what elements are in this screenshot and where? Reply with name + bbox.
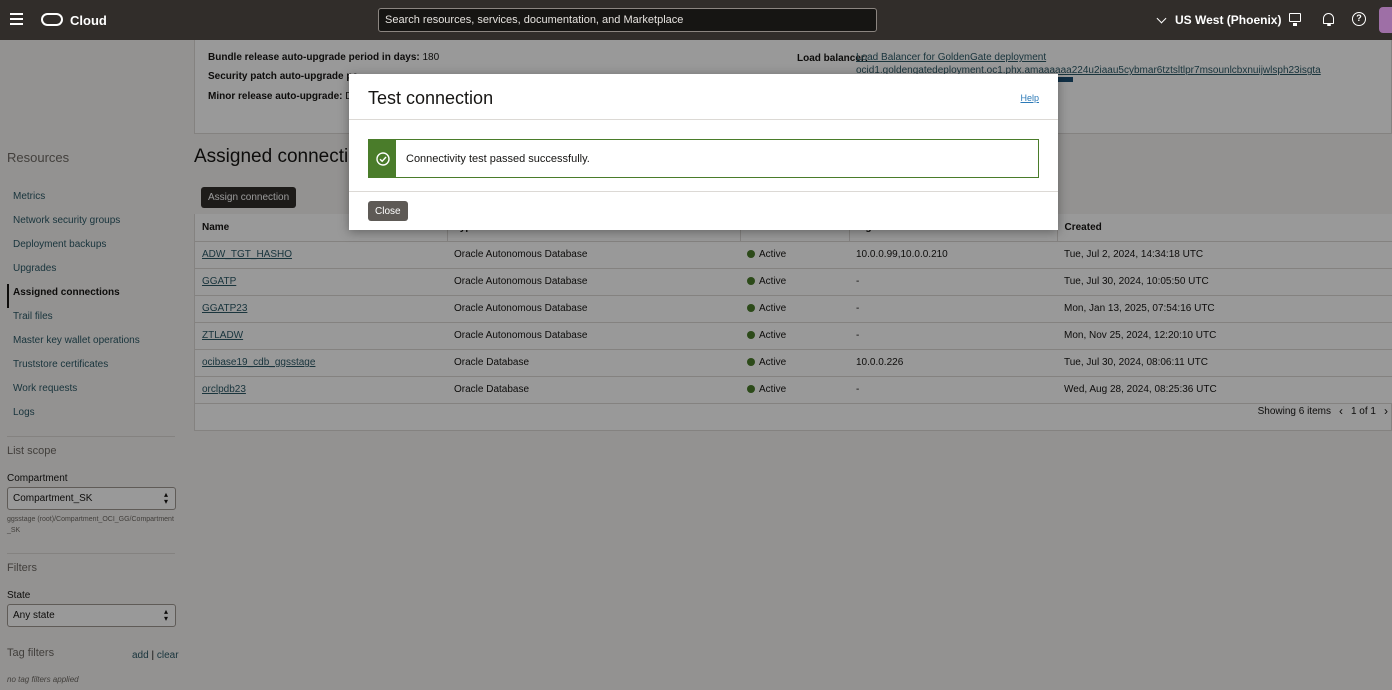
avatar[interactable] — [1379, 7, 1392, 33]
success-alert: Connectivity test passed successfully. — [368, 139, 1039, 178]
menu-icon[interactable] — [10, 13, 23, 25]
top-bar: Cloud US West (Phoenix) ? — [0, 0, 1392, 40]
help-icon[interactable]: ? — [1352, 12, 1366, 26]
bell-icon[interactable] — [1321, 12, 1337, 28]
check-circle-icon — [369, 140, 396, 177]
dialog-footer: Close — [349, 191, 1058, 230]
chevron-down-icon — [1156, 13, 1167, 23]
dialog-title: Test connection — [368, 88, 494, 108]
close-button[interactable]: Close — [368, 201, 408, 221]
help-link[interactable]: Help — [1020, 93, 1039, 103]
oracle-logo-icon[interactable] — [41, 13, 63, 26]
alert-message: Connectivity test passed successfully. — [406, 152, 590, 165]
brand-name[interactable]: Cloud — [70, 13, 107, 28]
cloud-shell-icon[interactable] — [1288, 12, 1304, 28]
dialog-header: Test connection Help — [349, 74, 1058, 120]
region-selector[interactable]: US West (Phoenix) — [1156, 13, 1282, 27]
test-connection-dialog: Test connection Help Connectivity test p… — [349, 74, 1058, 230]
region-label: US West (Phoenix) — [1175, 13, 1282, 27]
search-input[interactable] — [378, 8, 877, 32]
